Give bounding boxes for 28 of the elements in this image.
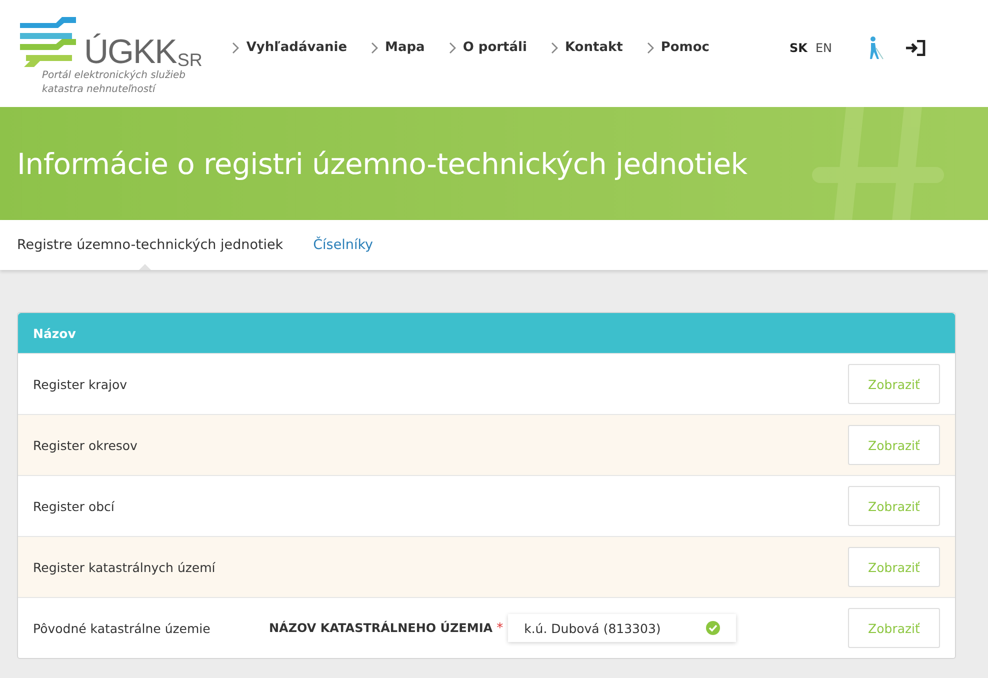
logo-text: ÚGKK: [84, 34, 176, 68]
login-icon[interactable]: [906, 40, 926, 56]
column-header: Názov: [33, 326, 76, 340]
nav-link[interactable]: O portáli: [448, 40, 527, 55]
field-label: NÁZOV KATASTRÁLNEHO ÚZEMIA: [269, 621, 493, 635]
tab[interactable]: Registre územno-technických jednotiek: [17, 220, 284, 270]
page-title: Informácie o registri územno-technických jednotiek: [17, 146, 748, 180]
required-mark: *: [496, 620, 504, 636]
nav-link[interactable]: Kontakt: [550, 40, 623, 55]
table-cell-text: Register obcí: [33, 498, 116, 514]
tab[interactable]: Číselníky: [313, 220, 374, 270]
input-field[interactable]: k.ú. Dubová (813303): [508, 614, 736, 642]
language-link[interactable]: EN: [815, 40, 832, 54]
chevron-icon: [371, 42, 378, 54]
chevron-icon: [448, 42, 456, 54]
chevron-icon: [232, 42, 240, 54]
chevron-icon: [550, 42, 558, 54]
table-cell-text: Pôvodné katastrálne územie: [33, 620, 212, 636]
logo-suffix: SR: [177, 50, 202, 68]
language-link[interactable]: SK: [789, 40, 808, 54]
nav-link[interactable]: Mapa: [371, 40, 425, 55]
table-cell-text: Register krajov: [33, 376, 128, 392]
table-cell-text: Register okresov: [33, 438, 138, 452]
chevron-icon: [646, 42, 654, 54]
nav-link[interactable]: Pomoc: [646, 40, 710, 55]
table-cell-text: Register katastrálnych území: [33, 560, 216, 574]
nav-link[interactable]: Vyhľadávanie: [232, 40, 348, 55]
logo-tagline: Portál elektronických služieb katastra nehnuteľností: [42, 68, 186, 96]
